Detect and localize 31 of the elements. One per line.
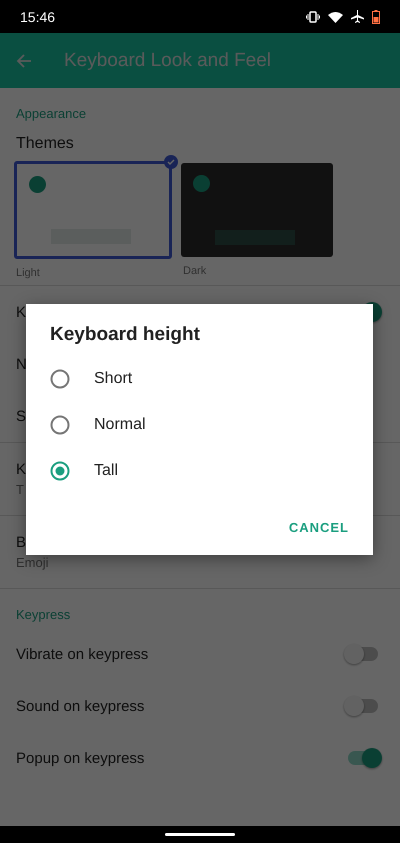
theme-card[interactable] (14, 161, 172, 259)
theme-dot (193, 175, 210, 192)
setting-title: Themes (15, 135, 75, 154)
theme-dot (29, 176, 46, 193)
setting-title: N (16, 356, 27, 372)
section-header: Appearance (15, 105, 88, 123)
section-header: Keypress (15, 606, 72, 624)
setting-title: B (16, 534, 26, 551)
setting-title: K (16, 461, 26, 478)
check-icon (164, 155, 178, 169)
wifi-icon (328, 10, 343, 22)
screen-title: Keyboard Look and Feel (64, 50, 272, 72)
theme-card[interactable] (181, 163, 333, 257)
radio-button[interactable] (50, 369, 70, 389)
vibrate-icon (306, 10, 320, 22)
option-label[interactable]: Short (94, 370, 132, 388)
option-label[interactable]: Normal (94, 416, 146, 434)
battery-icon (372, 10, 380, 24)
setting-title: S (16, 408, 26, 424)
clock: 15:46 (20, 8, 56, 24)
setting-title: Vibrate on keypress (16, 646, 148, 662)
setting-title: Popup on keypress (16, 750, 144, 766)
dialog-title: Keyboard height (49, 324, 201, 347)
option-label[interactable]: Tall (94, 462, 118, 480)
back-icon[interactable] (16, 52, 32, 68)
radio-button[interactable] (50, 461, 70, 481)
setting-title: Sound on keypress (16, 698, 144, 714)
setting-title: K (16, 304, 26, 320)
radio-button[interactable] (50, 415, 70, 435)
home-indicator[interactable] (165, 833, 235, 836)
airplane-icon (351, 10, 364, 23)
